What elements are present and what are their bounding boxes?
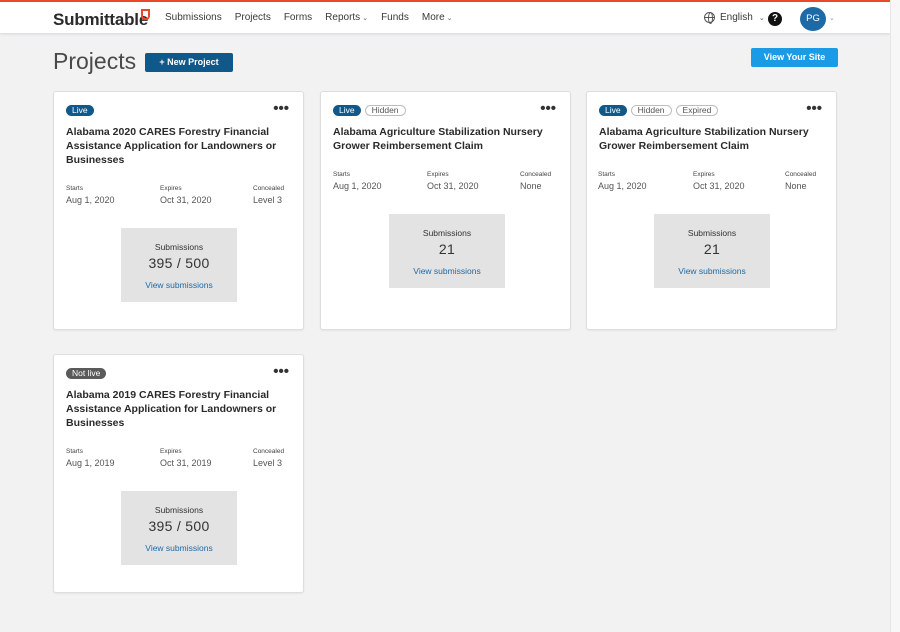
chevron-down-icon: ⌄ (446, 15, 453, 22)
status-badge-live: Live (66, 105, 94, 116)
submissions-label: Submissions (687, 228, 737, 238)
concealed-value: Level 3 (253, 195, 283, 205)
submittable-logo[interactable]: Submittable (53, 10, 148, 30)
starts-value: Aug 1, 2020 (333, 181, 382, 191)
nav-reports[interactable]: Reports ⌄ (325, 12, 368, 23)
status-badges: Live Hidden (333, 105, 406, 116)
submissions-count: 21 (703, 241, 721, 257)
submissions-count: 395 / 500 (148, 518, 210, 534)
nav-projects[interactable]: Projects (235, 12, 271, 23)
submissions-summary: Submissions 21 View submissions (389, 214, 505, 288)
project-card[interactable]: Not live ••• Alabama 2019 CARES Forestry… (53, 354, 304, 593)
nav-funds[interactable]: Funds (381, 12, 409, 23)
logo-mark-icon (141, 9, 150, 20)
concealed-label: Concealed (785, 171, 817, 178)
submissions-label: Submissions (422, 228, 472, 238)
expires-value: Oct 31, 2020 (427, 181, 479, 191)
status-badge-expired: Expired (675, 105, 719, 116)
starts-label: Starts (598, 171, 615, 178)
view-submissions-link[interactable]: View submissions (121, 280, 237, 290)
project-title[interactable]: Alabama 2019 CARES Forestry Financial As… (66, 388, 296, 430)
expires-label: Expires (160, 185, 182, 192)
starts-value: Aug 1, 2019 (66, 458, 115, 468)
chevron-down-icon[interactable]: ⌄ (829, 14, 835, 22)
starts-value: Aug 1, 2020 (66, 195, 115, 205)
more-options-icon[interactable]: ••• (273, 101, 289, 116)
expires-value: Oct 31, 2020 (160, 195, 212, 205)
submissions-label: Submissions (154, 505, 204, 515)
nav-submissions[interactable]: Submissions (165, 12, 222, 23)
project-title[interactable]: Alabama 2020 CARES Forestry Financial As… (66, 125, 296, 167)
status-badge-hidden: Hidden (630, 105, 672, 116)
submissions-label: Submissions (154, 242, 204, 252)
expires-value: Oct 31, 2019 (160, 458, 212, 468)
expires-value: Oct 31, 2020 (693, 181, 745, 191)
more-options-icon[interactable]: ••• (806, 101, 822, 116)
chevron-down-icon: ⌄ (758, 14, 765, 22)
status-badges: Live Hidden Expired (599, 105, 719, 116)
more-options-icon[interactable]: ••• (540, 101, 556, 116)
project-card[interactable]: Live Hidden Expired ••• Alabama Agricult… (586, 91, 837, 330)
chevron-down-icon: ⌄ (362, 15, 369, 22)
starts-label: Starts (333, 171, 350, 178)
status-badge-hidden: Hidden (364, 105, 406, 116)
concealed-value: None (520, 181, 542, 191)
starts-value: Aug 1, 2020 (598, 181, 647, 191)
user-avatar[interactable]: PG (800, 7, 826, 31)
globe-icon (704, 12, 715, 24)
view-submissions-link[interactable]: View submissions (389, 266, 505, 276)
concealed-value: None (785, 181, 807, 191)
submissions-summary: Submissions 395 / 500 View submissions (121, 491, 237, 565)
nav-forms[interactable]: Forms (284, 12, 312, 23)
page-scrollbar[interactable] (890, 0, 900, 632)
project-title[interactable]: Alabama Agriculture Stabilization Nurser… (599, 125, 829, 153)
help-icon[interactable]: ? (768, 12, 782, 26)
status-badge-live: Live (599, 105, 627, 116)
submissions-summary: Submissions 21 View submissions (654, 214, 770, 288)
concealed-label: Concealed (253, 448, 285, 455)
view-submissions-link[interactable]: View submissions (654, 266, 770, 276)
top-navigation-bar: Submittable Submissions Projects Forms R… (0, 0, 890, 33)
starts-label: Starts (66, 185, 83, 192)
project-card[interactable]: Live Hidden ••• Alabama Agriculture Stab… (320, 91, 571, 330)
starts-label: Starts (66, 448, 83, 455)
submissions-count: 21 (438, 241, 456, 257)
view-submissions-link[interactable]: View submissions (121, 543, 237, 553)
language-label: English (720, 12, 753, 23)
project-card[interactable]: Live ••• Alabama 2020 CARES Forestry Fin… (53, 91, 304, 330)
status-badge-live: Live (333, 105, 361, 116)
new-project-button[interactable]: + New Project (145, 53, 233, 72)
language-selector[interactable]: English ⌄ (704, 12, 765, 24)
concealed-value: Level 3 (253, 458, 283, 468)
main-nav: Submissions Projects Forms Reports ⌄ Fund… (165, 12, 466, 23)
submissions-summary: Submissions 395 / 500 View submissions (121, 228, 237, 302)
more-options-icon[interactable]: ••• (273, 364, 289, 379)
nav-more[interactable]: More ⌄ (422, 12, 453, 23)
concealed-label: Concealed (253, 185, 285, 192)
submissions-count: 395 / 500 (148, 255, 210, 271)
expires-label: Expires (693, 171, 715, 178)
page-title: Projects (53, 48, 137, 74)
status-badges: Live (66, 105, 94, 116)
status-badges: Not live (66, 368, 107, 379)
expires-label: Expires (160, 448, 182, 455)
view-your-site-button[interactable]: View Your Site (751, 48, 838, 67)
concealed-label: Concealed (520, 171, 552, 178)
status-badge-not-live: Not live (66, 368, 107, 379)
project-title[interactable]: Alabama Agriculture Stabilization Nurser… (333, 125, 563, 153)
expires-label: Expires (427, 171, 449, 178)
